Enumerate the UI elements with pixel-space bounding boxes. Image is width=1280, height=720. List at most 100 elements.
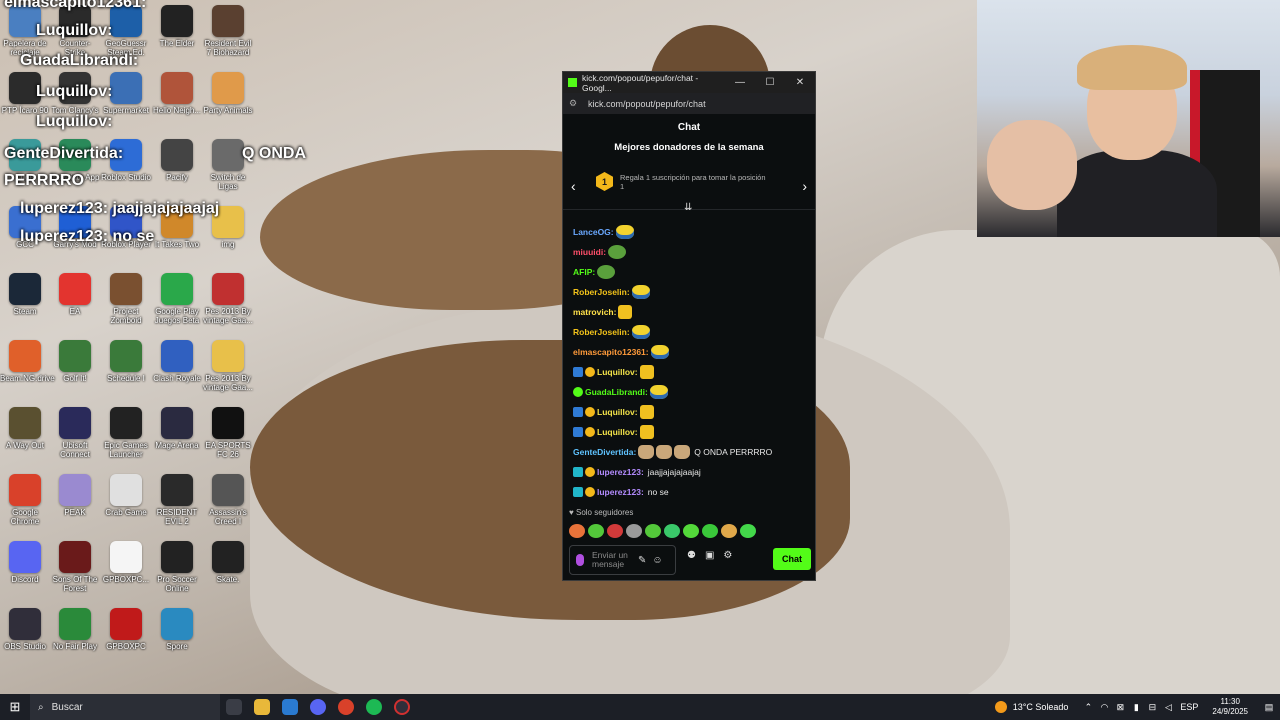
pinned-toggle-icon[interactable]: ⇊ <box>684 202 692 213</box>
volume-icon[interactable]: ◁ <box>1160 702 1176 713</box>
emote-icon[interactable] <box>645 524 661 538</box>
window-titlebar[interactable]: kick.com/popout/pepufor/chat - Googl... … <box>563 72 815 93</box>
emoji-icon[interactable]: ☺ <box>652 555 662 566</box>
desktop-icon[interactable]: Project Zomboid <box>101 273 151 339</box>
desktop-icon[interactable]: Pes 2013 By vintage Gaa... <box>203 340 253 406</box>
desktop-icon[interactable]: Hello Neigh... <box>152 72 202 138</box>
desktop-icon[interactable]: Skate. <box>203 541 253 607</box>
microphone-icon[interactable] <box>576 554 584 566</box>
donors-prev-button[interactable]: ‹ <box>571 178 576 194</box>
chat-username[interactable]: AFIP: <box>573 267 595 277</box>
notifications-icon[interactable]: ▤ <box>1258 702 1280 713</box>
language-indicator[interactable]: ESP <box>1176 702 1202 712</box>
emote-icon[interactable] <box>569 524 585 538</box>
desktop-icon[interactable]: Spore <box>152 608 202 674</box>
notification-tray-icon[interactable]: ⊟ <box>1144 702 1160 713</box>
taskbar-search[interactable]: ⌕ Buscar <box>30 694 220 720</box>
desktop-icon-label: img <box>221 240 235 249</box>
discord-taskbar-icon[interactable] <box>304 694 332 720</box>
weather-widget[interactable]: 13°C Soleado <box>994 701 1068 713</box>
desktop-icon[interactable]: OBS Studio <box>0 608 50 674</box>
desktop-icon[interactable]: Pes 2013 By vintage Gaa... <box>203 273 253 339</box>
desktop-icon[interactable]: Clash Royale <box>152 340 202 406</box>
emote-icon[interactable] <box>664 524 680 538</box>
desktop-icon[interactable]: Schedule I <box>101 340 151 406</box>
desktop-icon[interactable]: Steam <box>0 273 50 339</box>
desktop-icon[interactable]: Mage Arena <box>152 407 202 473</box>
desktop-icon[interactable]: Golf It! <box>50 340 100 406</box>
desktop-icon[interactable]: Google Play Juegos Beta <box>152 273 202 339</box>
desktop-icon[interactable]: A Way Out <box>0 407 50 473</box>
chat-username[interactable]: Luquillov: <box>597 367 638 377</box>
emote-icon[interactable] <box>702 524 718 538</box>
desktop-icon[interactable]: Pacify <box>152 139 202 205</box>
desktop-icon[interactable]: Google Chrome <box>0 474 50 540</box>
chat-username[interactable]: luperez123: <box>597 487 644 497</box>
chevron-up-icon[interactable]: ⌃ <box>1080 702 1096 713</box>
maximize-button[interactable]: ☐ <box>755 77 785 88</box>
minimize-button[interactable]: — <box>725 77 755 88</box>
emote-icon[interactable] <box>588 524 604 538</box>
desktop-icon[interactable]: No Fair Play <box>50 608 100 674</box>
chat-username[interactable]: Luquillov: <box>597 407 638 417</box>
site-settings-icon[interactable]: ⚙ <box>569 98 580 109</box>
clock[interactable]: 11:30 24/9/2025 <box>1212 697 1248 717</box>
settings-icon[interactable]: ⚙ <box>723 550 732 561</box>
desktop-icon[interactable]: Discord <box>0 541 50 607</box>
obs-taskbar-icon[interactable] <box>388 694 416 720</box>
address-bar[interactable]: ⚙ kick.com/popout/pepufor/chat <box>563 93 815 114</box>
desktop-icon[interactable]: Pro Soccer Online <box>152 541 202 607</box>
desktop-icon[interactable]: The Elder <box>152 5 202 71</box>
quick-emote-row[interactable] <box>569 524 756 538</box>
emote-icon[interactable] <box>721 524 737 538</box>
wifi-icon[interactable]: ◠ <box>1096 702 1112 713</box>
desktop-icon[interactable]: Crab Game <box>101 474 151 540</box>
emote-icon[interactable] <box>626 524 642 538</box>
translate-icon[interactable]: ✎ <box>638 555 646 566</box>
donors-next-button[interactable]: › <box>802 178 807 194</box>
emote-icon[interactable] <box>740 524 756 538</box>
close-button[interactable]: ✕ <box>785 77 815 88</box>
desktop-icon-label: Steam <box>13 307 37 316</box>
chat-username[interactable]: RoberJoselin: <box>573 327 630 337</box>
desktop-icon[interactable]: EA <box>50 273 100 339</box>
chat-username[interactable]: RoberJoselin: <box>573 287 630 297</box>
desktop-icon[interactable]: Beam.NG.drive <box>0 340 55 406</box>
desktop-icon[interactable]: RESIDENT EVIL 2 <box>152 474 202 540</box>
file-explorer-icon[interactable] <box>248 694 276 720</box>
chrome-taskbar-icon[interactable] <box>332 694 360 720</box>
chat-username[interactable]: GuadaLibrandi: <box>585 387 648 397</box>
network-icon[interactable]: ⊠ <box>1112 702 1128 713</box>
chat-username[interactable]: luperez123: <box>597 467 644 477</box>
message-input[interactable]: Enviar un mensaje ✎ ☺ <box>569 545 676 575</box>
desktop-icon[interactable]: Epic Games Launcher <box>101 407 151 473</box>
users-icon[interactable]: ⚉ <box>687 550 696 561</box>
chat-username[interactable]: elmascapito12361: <box>573 347 649 357</box>
message-placeholder: Enviar un mensaje <box>592 550 628 569</box>
emote-icon[interactable] <box>683 524 699 538</box>
chat-username[interactable]: Luquillov: <box>597 427 638 437</box>
desktop-icon[interactable]: Ubisoft Connect <box>50 407 100 473</box>
desktop-icon[interactable]: Party Animals <box>203 72 253 138</box>
desktop-icon[interactable]: Sons Of The Forest <box>50 541 100 607</box>
emote-icon[interactable] <box>607 524 623 538</box>
chat-username[interactable]: GenteDivertida: <box>573 447 636 457</box>
microphone-tray-icon[interactable]: ▮ <box>1128 702 1144 713</box>
chat-popout-window[interactable]: kick.com/popout/pepufor/chat - Googl... … <box>562 71 816 581</box>
app-icon <box>161 139 193 171</box>
gift-icon[interactable]: ▣ <box>705 550 714 561</box>
task-view-icon[interactable] <box>220 694 248 720</box>
store-icon[interactable] <box>276 694 304 720</box>
chat-username[interactable]: matrovich: <box>573 307 616 317</box>
chat-username[interactable]: LanceOG: <box>573 227 614 237</box>
windows-start-icon[interactable]: ⊞ <box>0 699 30 715</box>
desktop-icon[interactable]: Assassin's Creed I <box>203 474 253 540</box>
spotify-taskbar-icon[interactable] <box>360 694 388 720</box>
desktop-icon[interactable]: GPBOXPC <box>101 608 151 674</box>
send-chat-button[interactable]: Chat <box>773 548 811 570</box>
desktop-icon[interactable]: PEAK <box>50 474 100 540</box>
desktop-icon[interactable]: GPBOXPC... <box>101 541 151 607</box>
desktop-icon[interactable]: EA SPORTS FC 26 <box>203 407 253 473</box>
chat-username[interactable]: miuuidi: <box>573 247 606 257</box>
desktop-icon[interactable]: Resident Evil 7 Biohazard <box>203 5 253 71</box>
